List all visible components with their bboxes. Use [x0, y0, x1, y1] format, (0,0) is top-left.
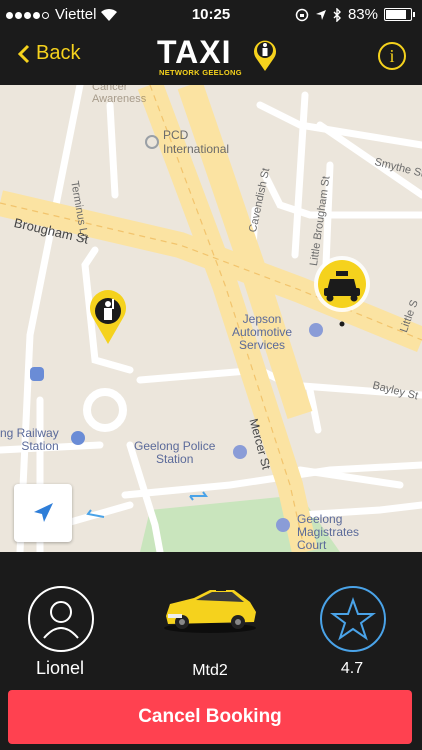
logo-word: TAXI [157, 34, 232, 70]
battery-icon [384, 8, 415, 21]
map-label-railway: ng Railway Station [0, 426, 59, 453]
status-right: 83% [295, 6, 415, 23]
car-id: Mtd2 [192, 662, 228, 679]
one-way-arrow-icon [189, 491, 208, 501]
back-button[interactable]: Back [18, 42, 80, 65]
navigation-bar: Back TAXI NETWORK GEELONG i [0, 30, 422, 85]
taxi-car-image [164, 586, 256, 633]
rating-badge [320, 586, 386, 652]
rotation-lock-icon [295, 8, 309, 21]
star-icon [330, 597, 376, 641]
map-label-pcd: PCD International [163, 128, 230, 156]
navigation-arrow-icon [34, 503, 53, 522]
taxi-network-logo: TAXI NETWORK GEELONG [155, 34, 276, 80]
bus-stop-icon [30, 367, 44, 381]
map-label-jepson: Jepson Automotive Services [232, 312, 293, 352]
map-view[interactable]: Cancer Awareness Terminus Ln PCD Interna… [0, 85, 422, 552]
train-station-icon [71, 431, 85, 445]
battery-percent: 83% [347, 6, 378, 23]
back-label: Back [36, 42, 81, 64]
battery-fill [386, 10, 406, 19]
cancel-booking-button[interactable]: Cancel Booking [8, 690, 412, 744]
current-location-button[interactable] [14, 484, 72, 542]
chevron-left-icon [18, 44, 30, 63]
map-label-police: Geelong Police Station [134, 439, 216, 466]
driver-avatar[interactable] [28, 586, 94, 652]
person-icon [43, 601, 79, 639]
driver-rating: 4.7 [340, 660, 364, 677]
map-label-magistrates: Geelong Magistrates Court [297, 512, 360, 552]
poi-icon-pcd [145, 135, 159, 149]
status-bar: Viettel 10:25 83% [0, 0, 422, 30]
map-label-faded: Cancer Awareness [92, 85, 147, 105]
location-icon [315, 9, 326, 20]
bluetooth-icon [333, 7, 341, 22]
court-icon [276, 518, 290, 532]
info-button[interactable]: i [378, 42, 406, 70]
poi-icon-jepson [309, 323, 323, 337]
police-station-icon [233, 445, 247, 459]
driver-name: Lionel [35, 658, 85, 678]
logo-subtitle: NETWORK GEELONG [159, 68, 242, 77]
logo-pin-icon [254, 40, 276, 71]
